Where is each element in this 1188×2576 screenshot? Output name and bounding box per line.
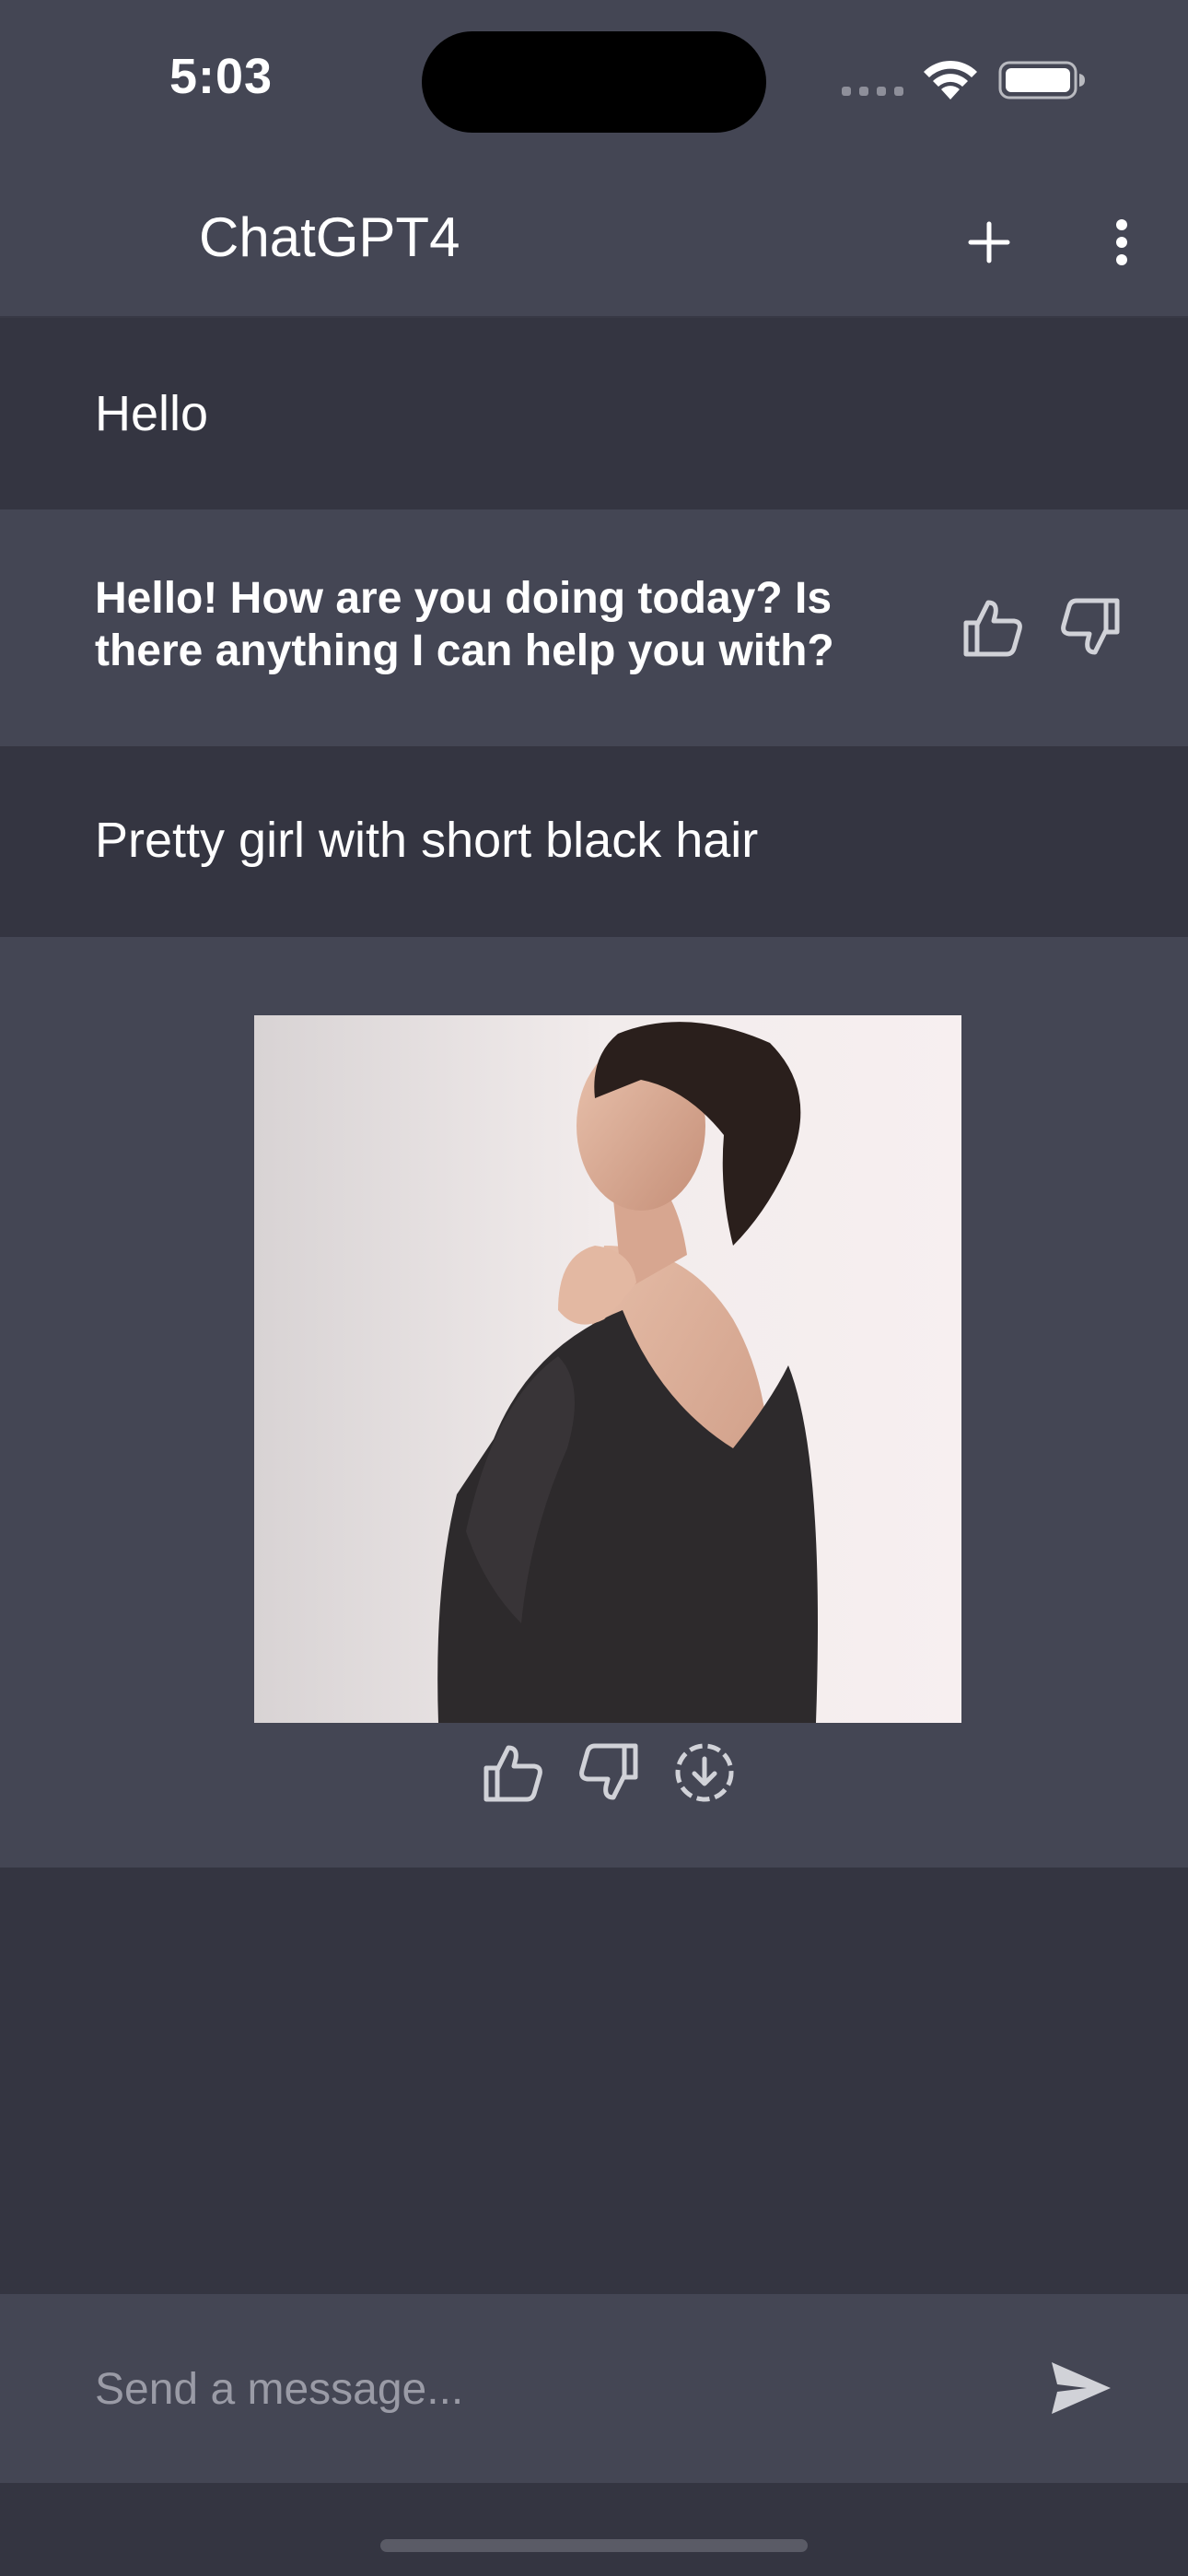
thumbs-down-icon (579, 1743, 638, 1800)
send-icon (1052, 2362, 1111, 2414)
message-actions (958, 592, 1125, 662)
image-dislike-button[interactable] (573, 1737, 645, 1809)
more-options-button[interactable] (1096, 209, 1147, 275)
more-vertical-icon (1116, 219, 1127, 265)
battery-icon (998, 61, 1085, 100)
like-button[interactable] (958, 592, 1028, 662)
portrait-illustration (254, 1015, 961, 1723)
message-assistant: Hello! How are you doing today? Is there… (0, 509, 1188, 746)
dislike-button[interactable] (1055, 592, 1125, 662)
message-text: Pretty girl with short black hair (95, 813, 759, 868)
message-composer (0, 2294, 1188, 2483)
message-text: Hello! How are you doing today? Is there… (95, 574, 834, 675)
cellular-signal-icon (842, 87, 903, 96)
message-assistant (0, 937, 1188, 1868)
message-input[interactable] (95, 2348, 979, 2430)
app-bar: ChatGPT4 (0, 161, 1188, 318)
wifi-icon (924, 60, 977, 100)
download-button[interactable] (669, 1737, 740, 1809)
thumbs-down-icon (1061, 598, 1120, 655)
status-time: 5:03 (169, 49, 274, 104)
download-icon (675, 1743, 734, 1802)
send-button[interactable] (1044, 2351, 1118, 2425)
app-title: ChatGPT4 (199, 206, 460, 268)
dynamic-island (422, 31, 766, 133)
image-like-button[interactable] (477, 1737, 549, 1809)
message-user: Hello (0, 320, 1188, 509)
home-indicator (380, 2539, 808, 2552)
message-text: Hello (95, 386, 209, 441)
status-bar: 5:03 (0, 0, 1188, 161)
new-chat-button[interactable] (956, 209, 1022, 275)
thumbs-up-icon (963, 600, 1022, 657)
thumbs-up-icon (483, 1745, 542, 1802)
message-user: Pretty girl with short black hair (0, 746, 1188, 937)
generated-image[interactable] (254, 1015, 961, 1723)
plus-icon (968, 221, 1010, 263)
image-actions (477, 1737, 740, 1809)
